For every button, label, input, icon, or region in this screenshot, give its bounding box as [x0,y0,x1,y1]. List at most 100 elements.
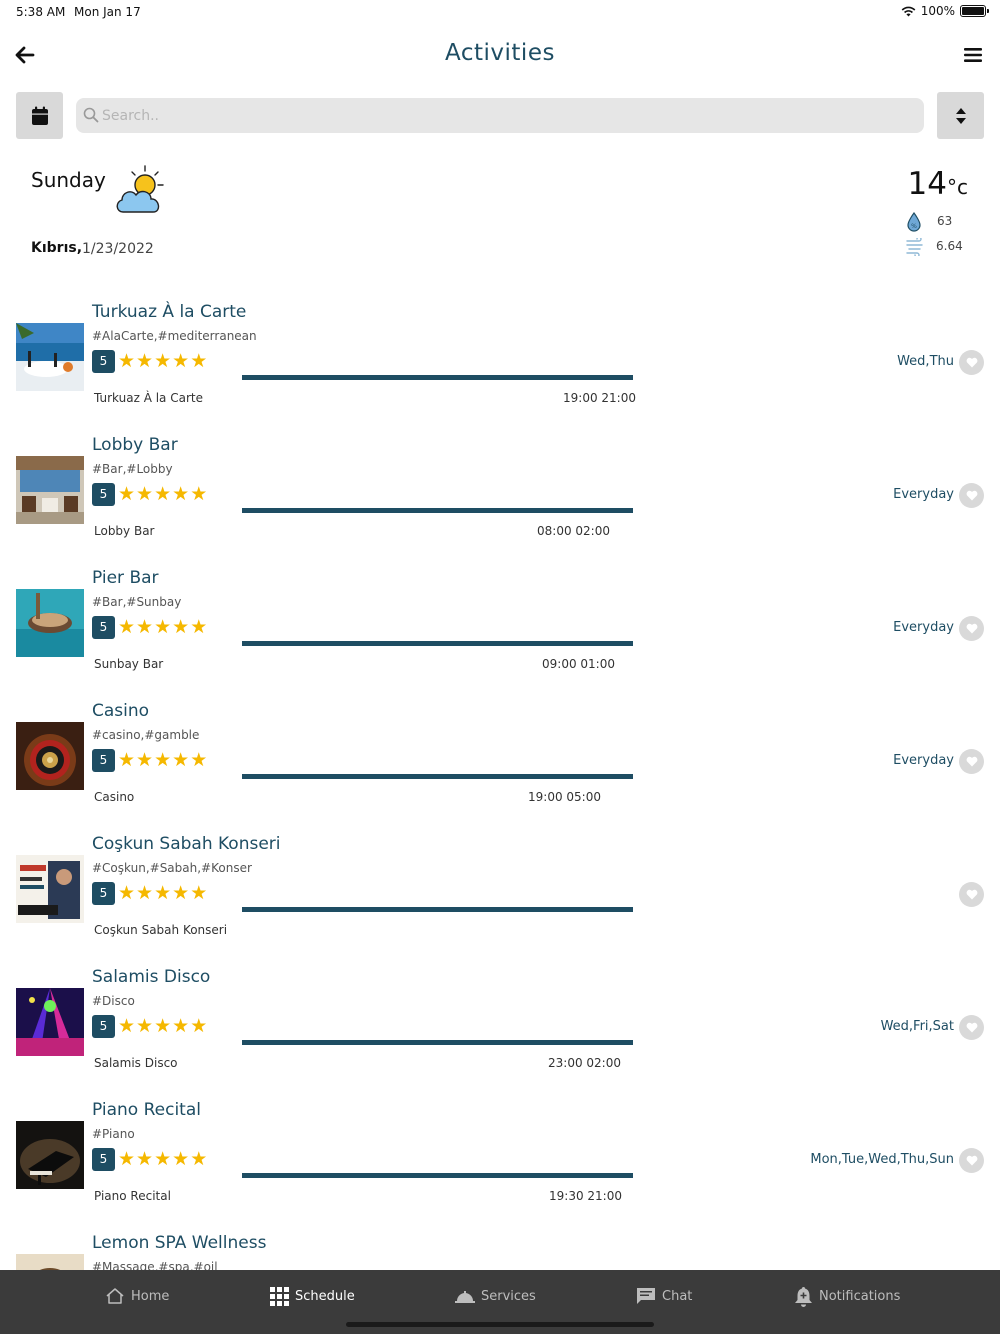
calendar-button[interactable] [16,92,63,139]
activity-item[interactable]: Turkuaz À la Carte #AlaCarte,#mediterran… [0,300,1000,433]
activity-title: Piano Recital [92,1100,201,1120]
activity-thumbnail-casino [16,722,84,790]
rating-stars: ★ ★ ★ ★ ★ [118,882,207,905]
star-icon: ★ [136,1148,154,1170]
weather-day: Sunday [31,168,106,192]
activity-item[interactable]: Casino #casino,#gamble 5 ★ ★ ★ ★ ★ Casino 19… [0,699,1000,832]
star-icon: ★ [118,616,136,638]
star-icon: ★ [172,616,190,638]
activity-item[interactable]: Lobby Bar #Bar,#Lobby 5 ★ ★ ★ ★ ★ Lobby Bar … [0,433,1000,566]
activity-title: Casino [92,701,150,721]
weather-date: 1/23/2022 [82,241,154,257]
favorite-button[interactable] [959,882,984,907]
search-input[interactable] [102,98,902,133]
search-icon [83,107,99,123]
star-icon: ★ [136,882,154,904]
star-icon: ★ [154,483,172,505]
star-icon: ★ [154,749,172,771]
activity-tags: #Bar,#Sunbay [92,595,182,609]
star-icon: ★ [154,616,172,638]
activity-item[interactable]: Lemon SPA Wellness #Massage,#spa,#oil [0,1231,1000,1270]
activity-location: Salamis Disco [94,1056,178,1070]
tab-bar: Home Schedule Services Chat Notification… [0,1270,1000,1334]
activity-item[interactable]: Salamis Disco #Disco 5 ★ ★ ★ ★ ★ Salamis Dis… [0,965,1000,1098]
activity-title: Lemon SPA Wellness [92,1233,267,1253]
star-icon: ★ [136,616,154,638]
battery-icon [960,5,989,17]
activity-title: Turkuaz À la Carte [92,302,247,322]
tab-chat-label: Chat [662,1288,693,1304]
activity-thumbnail-restaurant [16,323,84,391]
activity-item[interactable]: Coşkun Sabah Konseri #Coşkun,#Sabah,#Kon… [0,832,1000,965]
time-bar [242,774,633,779]
star-icon: ★ [190,882,208,904]
activity-thumbnail-spa [16,1254,84,1270]
sort-button[interactable] [937,92,984,139]
rating-stars: ★ ★ ★ ★ ★ [118,616,207,639]
favorite-button[interactable] [959,1015,984,1040]
status-date: Mon Jan 17 [74,5,141,19]
weather-panel: Sunday Kıbrıs, 1/23/2022 14°c % 63 6.64 [0,160,1000,270]
activity-title: Salamis Disco [92,967,211,987]
tab-services[interactable]: Services [455,1284,536,1308]
hamburger-menu-icon [964,48,982,62]
activity-time: 19:00 21:00 [563,391,636,405]
wifi-icon [901,6,916,16]
humidity-icon: % [907,212,921,232]
activity-tags: #Massage,#spa,#oil [92,1260,218,1270]
rating-badge: 5 [92,616,115,639]
activity-thumbnail-pier [16,589,84,657]
status-bar: 5:38 AM Mon Jan 17 100% [0,0,1000,26]
rating-stars: ★ ★ ★ ★ ★ [118,483,207,506]
star-icon: ★ [172,483,190,505]
star-icon: ★ [190,616,208,638]
calendar-icon [31,106,48,125]
time-bar [242,641,633,646]
favorite-button[interactable] [959,1148,984,1173]
tab-notifications[interactable]: Notifications [794,1284,900,1308]
service-bell-icon [455,1291,475,1303]
tab-home[interactable]: Home [105,1284,169,1308]
activity-time: 08:00 02:00 [537,524,610,538]
heart-icon [966,1155,977,1166]
star-icon: ★ [118,749,136,771]
activity-location: Piano Recital [94,1189,171,1203]
activity-days: Everyday [893,620,954,635]
status-indicators: 100% [901,4,989,18]
tab-schedule[interactable]: Schedule [270,1284,355,1308]
menu-button[interactable] [958,40,988,70]
activity-item[interactable]: Pier Bar #Bar,#Sunbay 5 ★ ★ ★ ★ ★ Sunbay Bar… [0,566,1000,699]
heart-icon [966,490,977,501]
star-icon: ★ [190,1148,208,1170]
time-bar [242,508,633,513]
time-bar [242,1173,633,1178]
activity-title: Coşkun Sabah Konseri [92,834,281,854]
star-icon: ★ [190,483,208,505]
favorite-button[interactable] [959,749,984,774]
star-icon: ★ [172,350,190,372]
grid-icon [270,1286,289,1306]
star-icon: ★ [136,483,154,505]
humidity-value: 63 [937,214,953,228]
chat-icon [637,1288,655,1304]
temperature-unit: °c [947,175,968,199]
search-bar [76,98,924,133]
star-icon: ★ [190,1015,208,1037]
activity-tags: #AlaCarte,#mediterranean [92,329,257,343]
tab-services-label: Services [481,1288,536,1304]
activity-item[interactable]: Piano Recital #Piano 5 ★ ★ ★ ★ ★ Piano Recit… [0,1098,1000,1231]
activity-thumbnail-bar [16,456,84,524]
favorite-button[interactable] [959,483,984,508]
tab-chat[interactable]: Chat [636,1284,692,1308]
wind-value: 6.64 [936,239,963,253]
rating-badge: 5 [92,1148,115,1171]
activity-thumbnail-disco [16,988,84,1056]
favorite-button[interactable] [959,350,984,375]
star-icon: ★ [172,1015,190,1037]
favorite-button[interactable] [959,616,984,641]
sort-icon [955,107,966,124]
temperature: 14°c [908,166,968,202]
rating-stars: ★ ★ ★ ★ ★ [118,350,207,373]
tab-home-label: Home [131,1288,170,1304]
activity-title: Pier Bar [92,568,159,588]
